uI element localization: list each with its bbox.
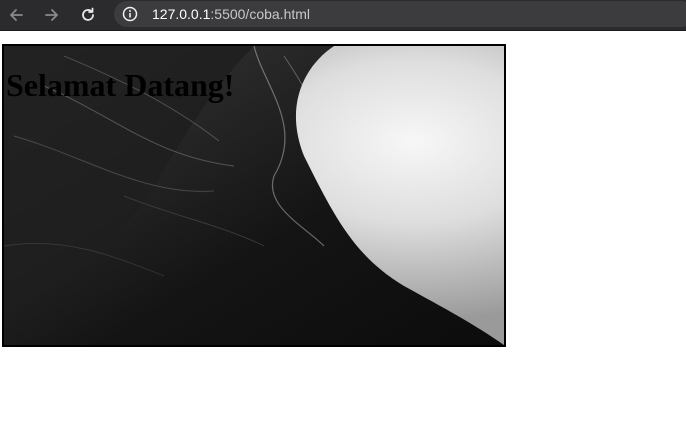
arrow-right-icon xyxy=(45,9,58,21)
info-icon[interactable] xyxy=(122,6,138,22)
reload-button[interactable] xyxy=(76,3,100,27)
url-text: 127.0.0.1:5500/coba.html xyxy=(152,5,310,23)
url-host: 127.0.0.1 xyxy=(152,6,211,22)
forward-button[interactable] xyxy=(40,3,64,27)
browser-toolbar: 127.0.0.1:5500/coba.html xyxy=(0,0,686,31)
arrow-left-icon xyxy=(10,9,23,21)
url-path: :5500/coba.html xyxy=(210,6,311,22)
page-content: Selamat Datang! xyxy=(0,31,686,437)
address-bar[interactable]: 127.0.0.1:5500/coba.html xyxy=(114,1,686,27)
hero-image: Selamat Datang! xyxy=(2,44,506,347)
back-button[interactable] xyxy=(4,3,28,27)
reload-icon xyxy=(82,7,94,21)
page-title: Selamat Datang! xyxy=(6,67,235,103)
